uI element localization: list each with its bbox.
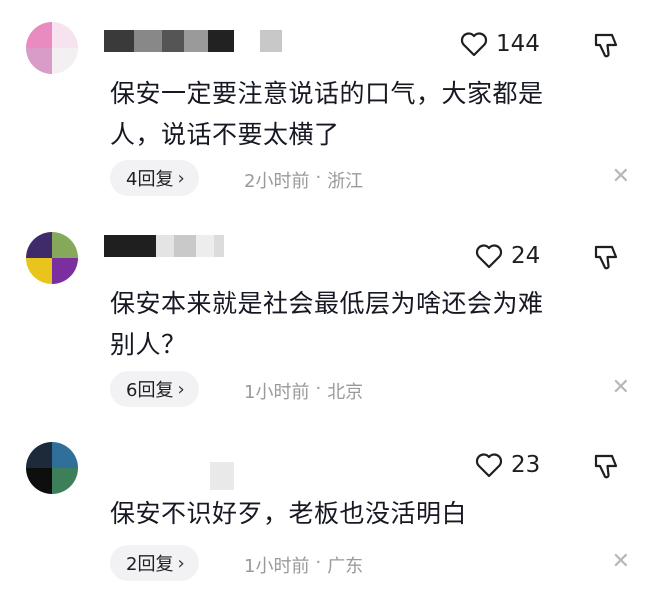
meta-dot: · xyxy=(315,552,322,573)
close-icon[interactable]: ✕ xyxy=(612,375,630,400)
username-redacted[interactable] xyxy=(104,462,294,490)
meta-dot: · xyxy=(315,378,322,399)
comment-text-line: 保安本来就是社会最低层为啥还会为难 xyxy=(110,289,544,318)
like-button[interactable]: 24 xyxy=(475,243,540,269)
comment-text: 保安本来就是社会最低层为啥还会为难 别人？ xyxy=(110,283,610,365)
view-replies-button[interactable]: 2回复 › xyxy=(110,545,199,581)
avatar[interactable] xyxy=(26,232,78,284)
comment-meta: 2小时前 · 浙江 xyxy=(244,167,363,193)
comment-time: 1小时前 xyxy=(244,382,310,403)
chevron-right-icon: › xyxy=(177,552,185,574)
comment-footer: 6回复 › 1小时前 · 北京 ✕ xyxy=(110,371,630,407)
dislike-button[interactable] xyxy=(592,244,620,274)
heart-outline-icon xyxy=(475,453,503,478)
like-count: 144 xyxy=(496,31,540,57)
heart-outline-icon xyxy=(460,32,488,57)
chevron-right-icon: › xyxy=(177,167,185,189)
comment-item: 23 保安不识好歹，老板也没活明白 2回复 › 1小时前 · 广东 ✕ xyxy=(0,430,650,591)
comment-item: 24 保安本来就是社会最低层为啥还会为难 别人？ 6回复 › 1小时前 · 北京… xyxy=(0,215,650,415)
thumbs-down-icon xyxy=(594,33,618,58)
comment-location: 广东 xyxy=(327,556,364,577)
thumbs-down-icon xyxy=(594,454,618,479)
like-count: 23 xyxy=(511,452,541,478)
close-icon[interactable]: ✕ xyxy=(612,549,630,574)
comment-location: 北京 xyxy=(327,382,364,403)
comment-text-line: 别人？ xyxy=(110,330,187,359)
thumbs-down-icon xyxy=(594,245,618,270)
comment-text: 保安不识好歹，老板也没活明白 xyxy=(110,493,610,534)
username-redacted[interactable] xyxy=(104,30,294,52)
view-replies-button[interactable]: 4回复 › xyxy=(110,160,199,196)
comment-footer: 2回复 › 1小时前 · 广东 ✕ xyxy=(110,545,630,581)
comment-item: 144 保安一定要注意说话的口气，大家都是 人，说话不要太横了 4回复 › 2小… xyxy=(0,0,650,205)
chevron-right-icon: › xyxy=(177,378,185,400)
like-button[interactable]: 144 xyxy=(460,31,540,57)
comment-meta: 1小时前 · 北京 xyxy=(244,378,363,404)
like-button[interactable]: 23 xyxy=(475,452,540,478)
comment-time: 2小时前 xyxy=(244,171,310,192)
meta-dot: · xyxy=(315,167,322,188)
avatar[interactable] xyxy=(26,22,78,74)
reply-count: 4回复 xyxy=(126,169,174,190)
reply-count: 2回复 xyxy=(126,554,174,575)
dislike-button[interactable] xyxy=(592,32,620,62)
reply-count: 6回复 xyxy=(126,380,174,401)
comment-footer: 4回复 › 2小时前 · 浙江 ✕ xyxy=(110,160,630,196)
close-icon[interactable]: ✕ xyxy=(612,164,630,189)
comment-meta: 1小时前 · 广东 xyxy=(244,552,363,578)
heart-outline-icon xyxy=(475,244,503,269)
view-replies-button[interactable]: 6回复 › xyxy=(110,371,199,407)
username-redacted[interactable] xyxy=(104,235,294,257)
like-count: 24 xyxy=(511,243,541,269)
dislike-button[interactable] xyxy=(592,453,620,483)
comment-text-line: 保安一定要注意说话的口气，大家都是 xyxy=(110,79,544,108)
comment-text-line: 保安不识好歹，老板也没活明白 xyxy=(110,499,468,528)
comment-location: 浙江 xyxy=(327,171,364,192)
comment-text: 保安一定要注意说话的口气，大家都是 人，说话不要太横了 xyxy=(110,73,610,155)
comment-text-line: 人，说话不要太横了 xyxy=(110,120,340,149)
avatar[interactable] xyxy=(26,442,78,494)
comment-time: 1小时前 xyxy=(244,556,310,577)
